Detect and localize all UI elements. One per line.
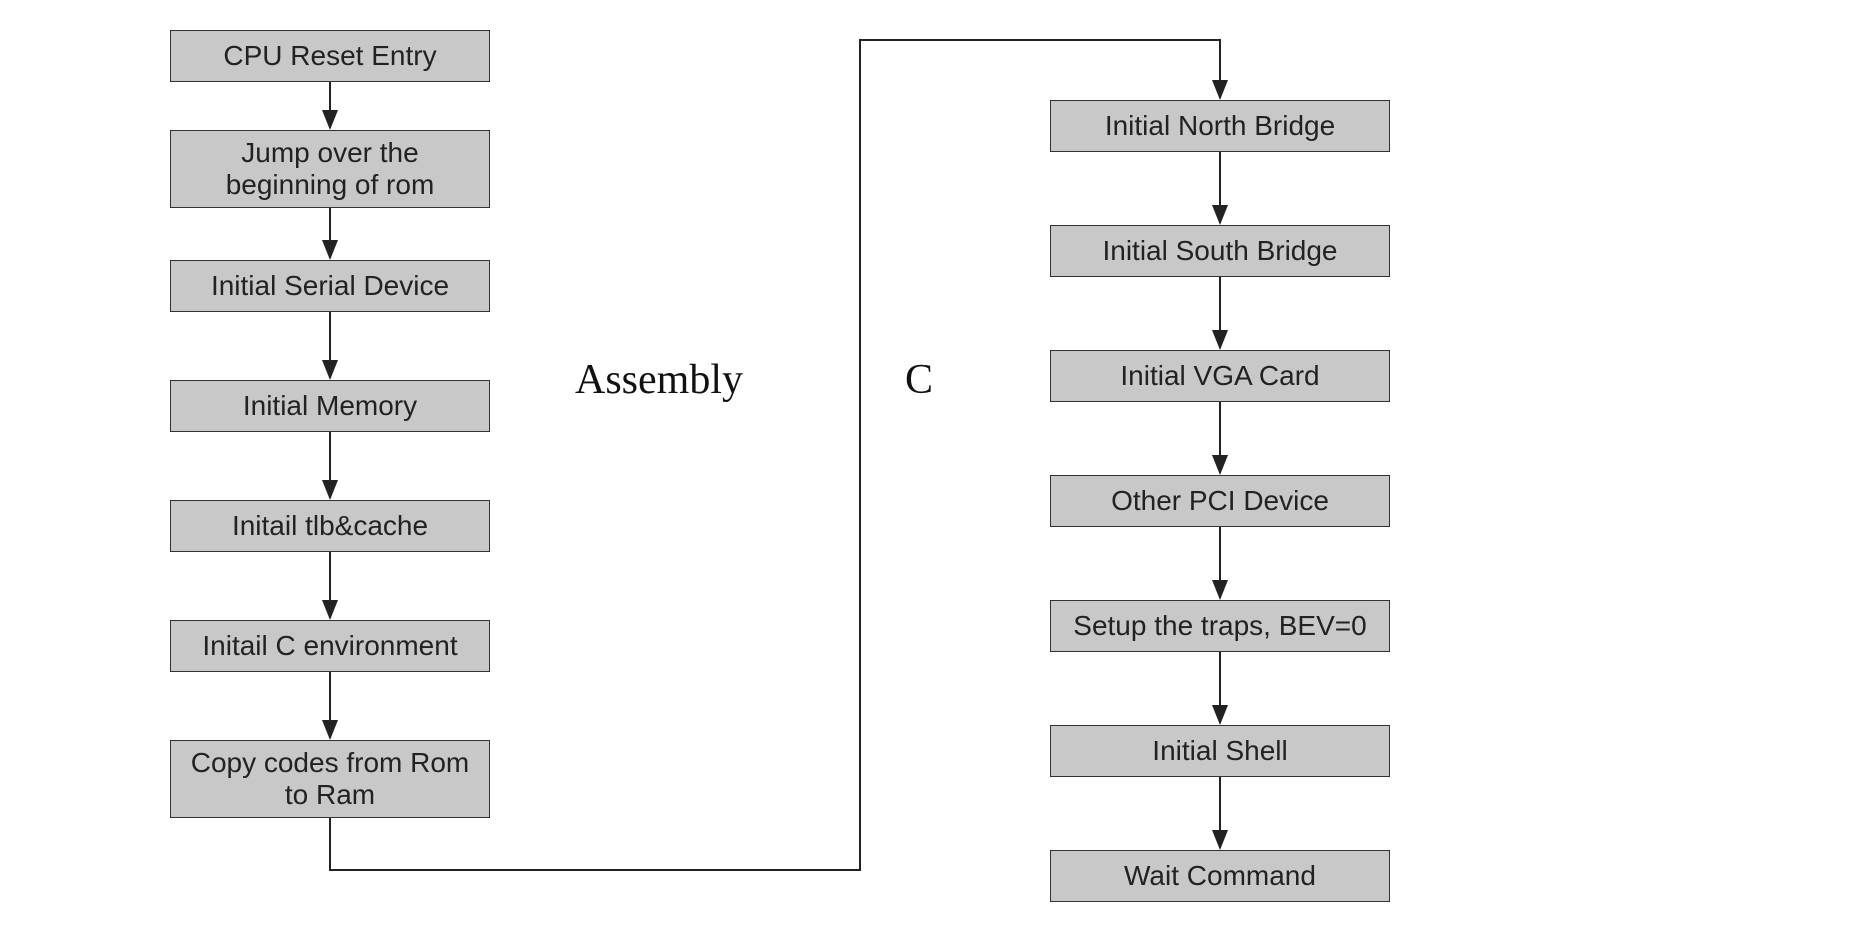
box-label: Copy codes from Rom to Ram bbox=[179, 747, 481, 811]
box-label: Initail C environment bbox=[202, 630, 457, 662]
box-label: Initail tlb&cache bbox=[232, 510, 428, 542]
box-label: CPU Reset Entry bbox=[223, 40, 436, 72]
box-jump-over-rom: Jump over the beginning of rom bbox=[170, 130, 490, 208]
c-label: C bbox=[905, 356, 933, 404]
box-cpu-reset-entry: CPU Reset Entry bbox=[170, 30, 490, 82]
box-initail-tlb-cache: Initail tlb&cache bbox=[170, 500, 490, 552]
box-label: Wait Command bbox=[1124, 860, 1316, 892]
box-label: Initial North Bridge bbox=[1105, 110, 1335, 142]
box-initial-vga-card: Initial VGA Card bbox=[1050, 350, 1390, 402]
box-initial-shell: Initial Shell bbox=[1050, 725, 1390, 777]
box-label: Setup the traps, BEV=0 bbox=[1073, 610, 1366, 642]
assembly-label: Assembly bbox=[575, 356, 743, 404]
box-copy-codes-rom-ram: Copy codes from Rom to Ram bbox=[170, 740, 490, 818]
box-label: Initial South Bridge bbox=[1102, 235, 1337, 267]
box-other-pci-device: Other PCI Device bbox=[1050, 475, 1390, 527]
box-label: Initial VGA Card bbox=[1120, 360, 1319, 392]
box-initail-c-environment: Initail C environment bbox=[170, 620, 490, 672]
box-label: Initial Memory bbox=[243, 390, 417, 422]
box-label: Initial Shell bbox=[1152, 735, 1287, 767]
box-setup-traps-bev0: Setup the traps, BEV=0 bbox=[1050, 600, 1390, 652]
box-initial-serial-device: Initial Serial Device bbox=[170, 260, 490, 312]
box-label: Initial Serial Device bbox=[211, 270, 449, 302]
box-initial-south-bridge: Initial South Bridge bbox=[1050, 225, 1390, 277]
box-label: Other PCI Device bbox=[1111, 485, 1329, 517]
box-initial-memory: Initial Memory bbox=[170, 380, 490, 432]
box-label: Jump over the beginning of rom bbox=[179, 137, 481, 201]
box-wait-command: Wait Command bbox=[1050, 850, 1390, 902]
box-initial-north-bridge: Initial North Bridge bbox=[1050, 100, 1390, 152]
